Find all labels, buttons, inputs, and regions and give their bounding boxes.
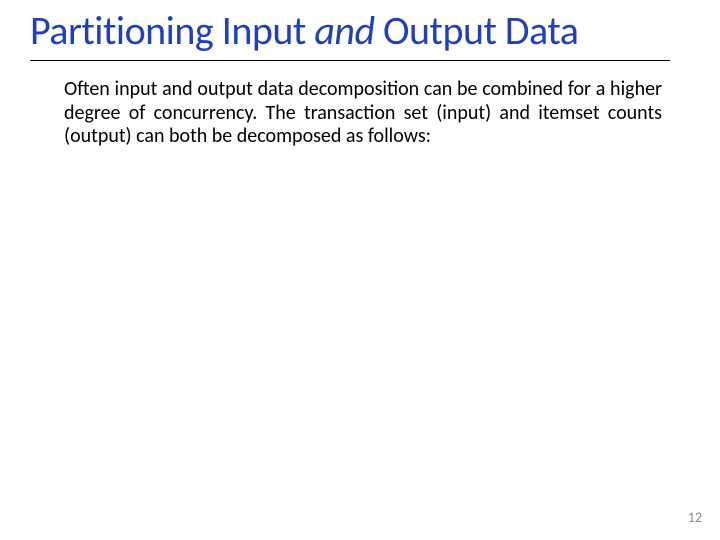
page-number: 12 [688, 509, 702, 526]
title-suffix: Output Data [375, 6, 579, 55]
slide-body-text: Often input and output data decompositio… [64, 78, 662, 149]
slide-title: Partitioning Input and Output Data [30, 10, 690, 52]
slide: Partitioning Input and Output Data Often… [0, 0, 720, 540]
title-underline [30, 60, 670, 61]
title-prefix: Partitioning Input [30, 6, 314, 55]
title-italic-word: and [314, 6, 374, 55]
